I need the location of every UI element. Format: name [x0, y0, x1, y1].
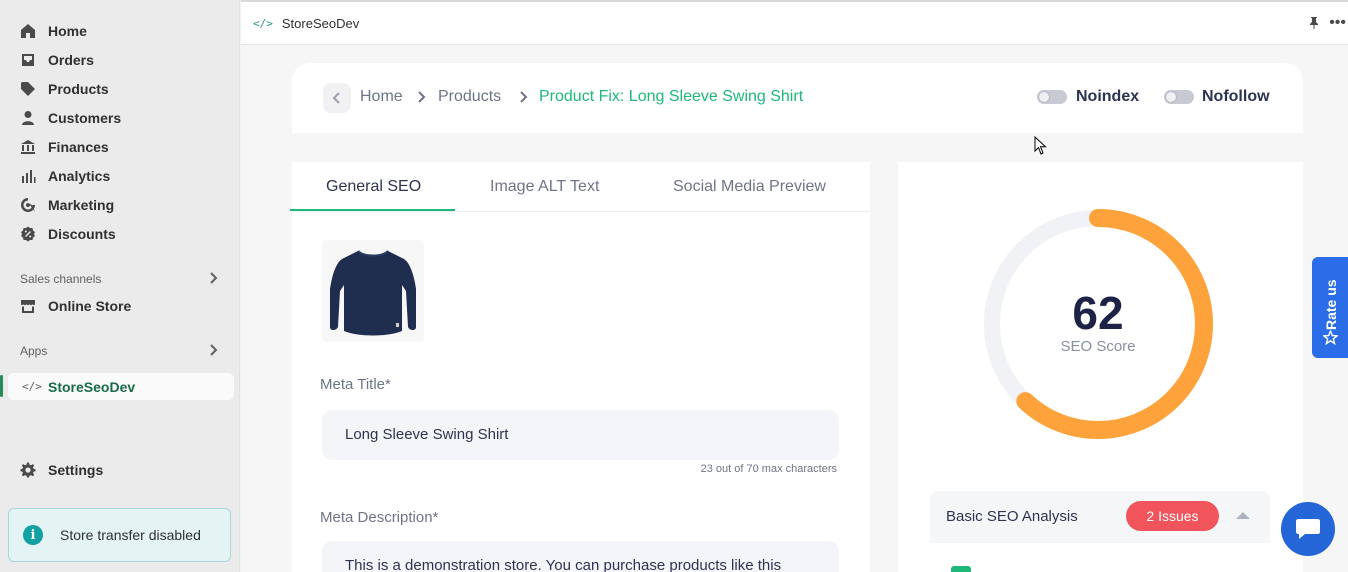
meta-title-char-count: 23 out of 70 max characters	[700, 463, 837, 475]
breadcrumb-current: Product Fix: Long Sleeve Swing Shirt	[539, 88, 804, 105]
chat-bubble-icon	[1296, 519, 1320, 539]
sidebar-item-label: Customers	[48, 110, 122, 126]
meta-description-label: Meta Description*	[320, 509, 439, 526]
active-tab-indicator	[290, 209, 455, 211]
person-icon	[20, 110, 36, 126]
noindex-toggle[interactable]	[1037, 90, 1067, 104]
rate-us-label: Rate us	[1323, 279, 1339, 330]
chevron-up-icon[interactable]	[1236, 512, 1250, 519]
check-icon	[951, 566, 971, 572]
sidebar-item-marketing[interactable]: Marketing	[20, 193, 114, 217]
chevron-left-icon	[332, 92, 340, 104]
sidebar-item-online-store[interactable]: Online Store	[20, 294, 131, 318]
basic-seo-analysis-header[interactable]: Basic SEO Analysis 2 Issues	[930, 491, 1270, 543]
seo-score-label: SEO Score	[1060, 338, 1136, 355]
meta-description-input[interactable]: This is a demonstration store. You can p…	[322, 541, 839, 572]
issues-badge: 2 Issues	[1126, 501, 1219, 531]
sidebar-item-orders[interactable]: Orders	[20, 48, 94, 72]
sidebar-item-settings[interactable]: Settings	[20, 458, 103, 482]
sidebar-item-label: Home	[48, 23, 87, 39]
gear-icon	[20, 462, 36, 478]
sidebar-item-label: Settings	[48, 462, 104, 478]
bar-chart-icon	[20, 168, 36, 184]
back-button[interactable]	[323, 83, 351, 113]
analysis-title: Basic SEO Analysis	[946, 508, 1078, 525]
sidebar-item-label: Online Store	[48, 298, 132, 314]
chevron-right-icon	[416, 90, 426, 104]
sidebar-item-home[interactable]: Home	[20, 19, 87, 43]
code-icon: </>	[253, 16, 273, 30]
discount-icon	[20, 226, 36, 242]
sidebar-item-storeseodev[interactable]: </> StoreSeoDev	[8, 373, 234, 400]
info-icon: i	[23, 525, 43, 545]
apps-label: Apps	[20, 344, 48, 358]
app-title: StoreSeoDev	[281, 15, 360, 31]
store-icon	[20, 298, 36, 314]
rate-us-button[interactable]: Rate us	[1312, 257, 1348, 358]
toggle-knob	[1165, 91, 1177, 103]
sidebar-item-label: Discounts	[48, 226, 116, 242]
nofollow-toggle[interactable]	[1164, 90, 1194, 104]
sidebar-item-label: Finances	[48, 139, 109, 155]
toggle-knob	[1038, 91, 1050, 103]
bank-icon	[20, 139, 36, 155]
sidebar-item-analytics[interactable]: Analytics	[20, 164, 110, 188]
sidebar-item-discounts[interactable]: Discounts	[20, 222, 116, 246]
tab-divider	[292, 211, 870, 212]
star-icon	[1323, 330, 1338, 345]
sidebar-item-label: Orders	[48, 52, 94, 68]
active-indicator	[0, 375, 3, 397]
breadcrumb-products[interactable]: Products	[438, 88, 501, 106]
pin-icon[interactable]	[1308, 16, 1320, 30]
sales-channels-label: Sales channels	[20, 272, 102, 286]
tab-social-media-preview[interactable]: Social Media Preview	[673, 178, 826, 196]
sidebar-item-products[interactable]: Products	[20, 77, 109, 101]
shirt-image	[330, 250, 416, 336]
code-icon: </>	[22, 380, 42, 393]
home-icon	[20, 23, 36, 39]
sidebar-item-label: Analytics	[48, 168, 111, 184]
tab-image-alt-text[interactable]: Image ALT Text	[490, 178, 599, 196]
chevron-right-icon[interactable]	[206, 343, 220, 357]
product-image	[322, 240, 424, 342]
app-topbar: </> StoreSeoDev •••	[241, 0, 1348, 45]
nofollow-label: Nofollow	[1202, 88, 1270, 105]
sidebar-item-label: StoreSeoDev	[48, 378, 136, 395]
chevron-right-icon	[518, 90, 528, 104]
chat-button[interactable]	[1281, 502, 1335, 556]
mouse-cursor-icon	[1034, 136, 1047, 155]
meta-title-label: Meta Title*	[320, 376, 391, 393]
admin-sidebar: Home Orders Products Customers Finances …	[0, 0, 240, 572]
sidebar-item-finances[interactable]: Finances	[20, 135, 109, 159]
orders-icon	[20, 52, 36, 68]
tag-icon	[20, 81, 36, 97]
notice-text: Store transfer disabled	[60, 527, 201, 543]
more-options-icon[interactable]: •••	[1329, 14, 1346, 32]
breadcrumb-home[interactable]: Home	[360, 88, 403, 106]
meta-title-input[interactable]: Long Sleeve Swing Shirt	[322, 410, 839, 460]
sidebar-item-customers[interactable]: Customers	[20, 106, 121, 130]
seo-score-value: 62	[1072, 287, 1124, 339]
noindex-label: Noindex	[1076, 88, 1140, 105]
sidebar-item-label: Products	[48, 81, 109, 97]
sidebar-item-label: Marketing	[48, 197, 115, 213]
target-icon	[20, 197, 36, 213]
tab-general-seo[interactable]: General SEO	[326, 178, 421, 196]
chevron-right-icon[interactable]	[206, 271, 220, 285]
store-transfer-notice: i Store transfer disabled	[8, 508, 231, 562]
